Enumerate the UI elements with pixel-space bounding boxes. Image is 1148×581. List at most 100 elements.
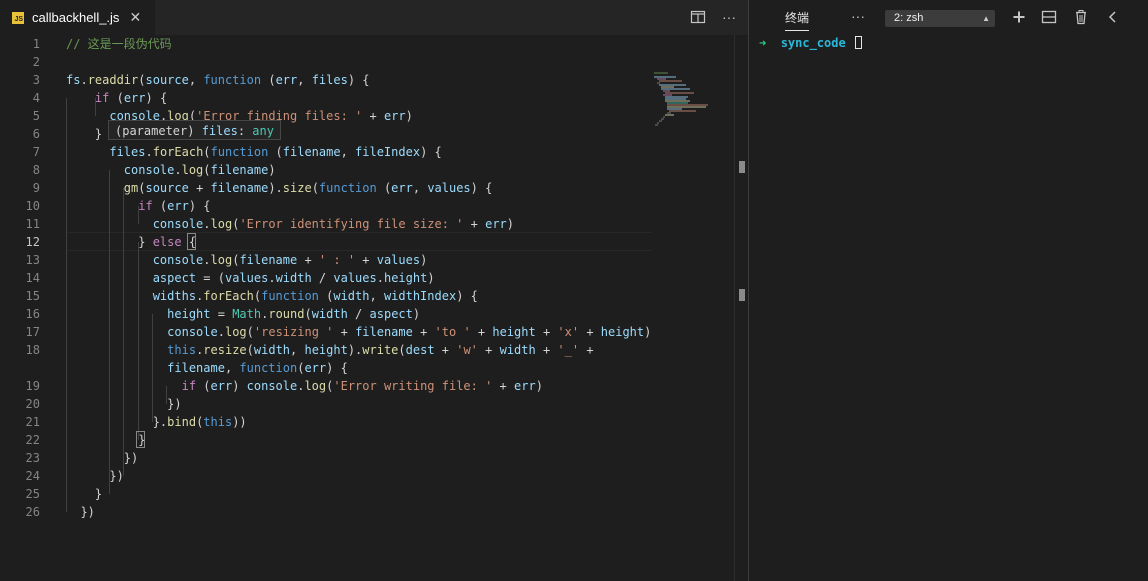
line-number: 3 xyxy=(32,73,40,87)
code-token: err xyxy=(210,379,233,393)
code-token: ) { xyxy=(347,73,370,87)
code-token: + xyxy=(535,343,558,357)
code-token: ) xyxy=(232,379,247,393)
code-text: } xyxy=(66,431,145,449)
indent-guide xyxy=(123,188,124,476)
code-token: ( xyxy=(203,145,211,159)
code-line: 14 aspect = (values.width / values.heigh… xyxy=(0,269,734,287)
code-token: }) xyxy=(66,505,95,519)
close-icon[interactable]: ✕ xyxy=(129,9,141,26)
code-token: ( xyxy=(304,307,312,321)
line-number: 2 xyxy=(32,55,40,69)
line-number: 23 xyxy=(25,451,40,465)
code-text: console.log('resizing ' + filename + 'to… xyxy=(66,323,651,341)
code-text: }) xyxy=(66,503,95,521)
code-text: aspect = (values.width / values.height) xyxy=(66,269,435,287)
code-token: , xyxy=(224,361,240,375)
code-text: console.log(filename + ' : ' + values) xyxy=(66,251,428,269)
code-token: files xyxy=(109,145,146,159)
code-token: = ( xyxy=(196,271,225,285)
code-token: err xyxy=(167,199,189,213)
code-token: ) xyxy=(412,307,421,321)
code-token: height xyxy=(492,325,536,339)
code-token: + xyxy=(362,109,384,123)
code-token: else xyxy=(152,235,182,249)
code-token: filename xyxy=(355,325,413,339)
code-token: ( xyxy=(246,325,254,339)
tab-label: callbackhell_.js xyxy=(32,10,120,25)
code-token: err xyxy=(275,73,298,87)
indent-guide xyxy=(66,98,67,512)
code-token: source xyxy=(145,73,189,87)
indent-guide xyxy=(152,314,153,422)
code-line: 15 widths.forEach(function (width, width… xyxy=(0,287,734,305)
prompt-cwd: sync_code xyxy=(780,36,846,50)
code-token: forEach xyxy=(152,145,204,159)
code-line: 24 }) xyxy=(0,467,734,485)
code-token: , xyxy=(290,343,305,357)
terminal-body[interactable]: ➜ sync_code xyxy=(749,35,1148,581)
code-token: 'Error identifying file size: ' xyxy=(239,217,464,231)
terminal-cursor xyxy=(854,36,862,49)
code-token: err xyxy=(304,361,327,375)
code-token: . xyxy=(174,163,182,177)
code-line: filename, function(err) { xyxy=(0,359,734,377)
code-line: 1 // 这是一段伪代码 xyxy=(0,35,734,53)
code-line: 2 xyxy=(0,53,734,71)
terminal-select[interactable]: 2: zsh ▲ xyxy=(885,10,995,27)
code-line: 13 console.log(filename + ' : ' + values… xyxy=(0,251,734,269)
code-token: function xyxy=(239,361,298,375)
code-line: 7 files.forEach(function (filename, file… xyxy=(0,143,734,161)
code-editor[interactable]: 1// 这是一段伪代码 2 3 fs.readdir(source, function… xyxy=(0,35,734,581)
code-token: + xyxy=(579,325,601,339)
code-line: 4 if (err) { xyxy=(0,89,734,107)
more-actions-icon[interactable]: ··· xyxy=(722,9,740,27)
line-number: 18 xyxy=(25,343,40,357)
code-token: , xyxy=(369,289,384,303)
plus-icon[interactable] xyxy=(1011,9,1029,27)
bracket-match-open xyxy=(187,233,196,250)
split-editor-icon[interactable] xyxy=(690,9,708,27)
code-token: + xyxy=(412,325,435,339)
code-token: width xyxy=(499,343,536,357)
minimap[interactable] xyxy=(652,71,734,131)
code-token: , xyxy=(340,145,356,159)
code-token: fileIndex xyxy=(355,145,421,159)
code-token: widthIndex xyxy=(383,289,457,303)
code-token: height xyxy=(304,343,348,357)
code-token: + xyxy=(477,343,500,357)
code-token: values xyxy=(427,181,471,195)
code-token: ) { xyxy=(188,199,211,213)
tab-callbackhell-js[interactable]: JS callbackhell_.js ✕ xyxy=(0,0,155,35)
terminal-title[interactable]: 终端 xyxy=(785,9,810,31)
indent-guide xyxy=(138,242,139,440)
code-token: + xyxy=(333,325,356,339)
code-token: } xyxy=(66,433,146,447)
bracket-match-close xyxy=(136,431,145,448)
chevron-left-icon[interactable] xyxy=(1105,9,1123,27)
code-token: console xyxy=(152,253,204,267)
code-token: + xyxy=(470,325,493,339)
code-token: }) xyxy=(66,451,139,465)
line-number: 14 xyxy=(25,271,40,285)
code-token: console xyxy=(123,163,175,177)
more-actions-icon[interactable]: ··· xyxy=(851,8,865,24)
code-token: err xyxy=(123,91,146,105)
split-terminal-icon[interactable] xyxy=(1041,9,1059,27)
code-token: + xyxy=(434,343,457,357)
trash-icon[interactable] xyxy=(1073,9,1091,27)
code-text: } xyxy=(66,485,102,503)
code-token: ) xyxy=(405,109,413,123)
line-number: 16 xyxy=(25,307,40,321)
line-number: 11 xyxy=(25,217,40,231)
line-number: 17 xyxy=(25,325,40,339)
code-token: ( xyxy=(398,343,406,357)
editor-scrollbar[interactable] xyxy=(734,35,748,581)
code-token: filename xyxy=(282,145,341,159)
code-token: }) xyxy=(66,469,124,483)
code-text: fs.readdir(source, function (err, files)… xyxy=(66,71,370,89)
code-token: . xyxy=(376,271,384,285)
code-token: height xyxy=(600,325,645,339)
